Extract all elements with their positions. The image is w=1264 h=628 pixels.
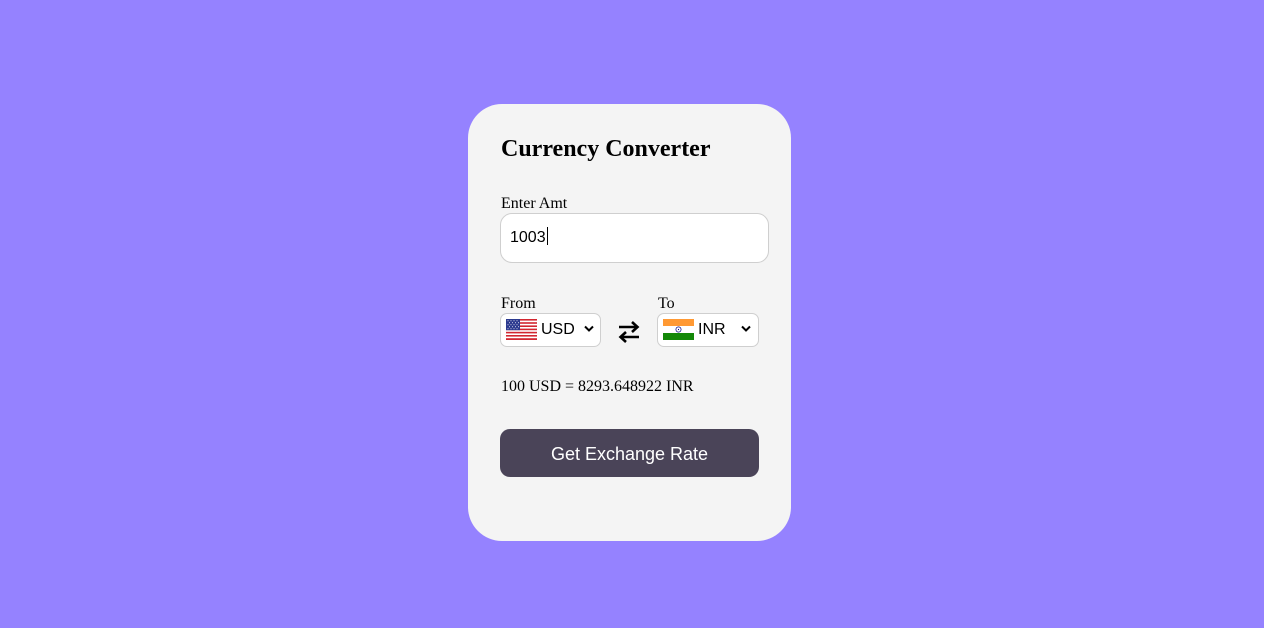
- to-currency-code: INR: [698, 321, 726, 338]
- from-currency-select[interactable]: USD: [500, 313, 601, 347]
- exchange-result: 100 USD = 8293.648922 INR: [501, 378, 694, 395]
- amount-input[interactable]: 1003: [500, 213, 769, 263]
- amount-value: 1003: [510, 229, 546, 246]
- to-currency-select[interactable]: INR: [657, 313, 759, 347]
- text-caret: [546, 227, 548, 245]
- chevron-down-icon: [584, 325, 594, 332]
- converter-card: Currency Converter Enter Amt 1003 From U…: [468, 104, 791, 541]
- page-title: Currency Converter: [501, 136, 711, 162]
- india-flag-icon: [663, 319, 694, 340]
- us-flag-icon: [506, 319, 537, 340]
- from-label: From: [501, 295, 536, 312]
- from-currency-code: USD: [541, 321, 575, 338]
- swap-arrows-icon[interactable]: [616, 318, 642, 346]
- chevron-down-icon: [741, 325, 751, 332]
- to-label: To: [658, 295, 675, 312]
- get-exchange-rate-button[interactable]: Get Exchange Rate: [500, 429, 759, 477]
- amount-label: Enter Amt: [501, 195, 568, 212]
